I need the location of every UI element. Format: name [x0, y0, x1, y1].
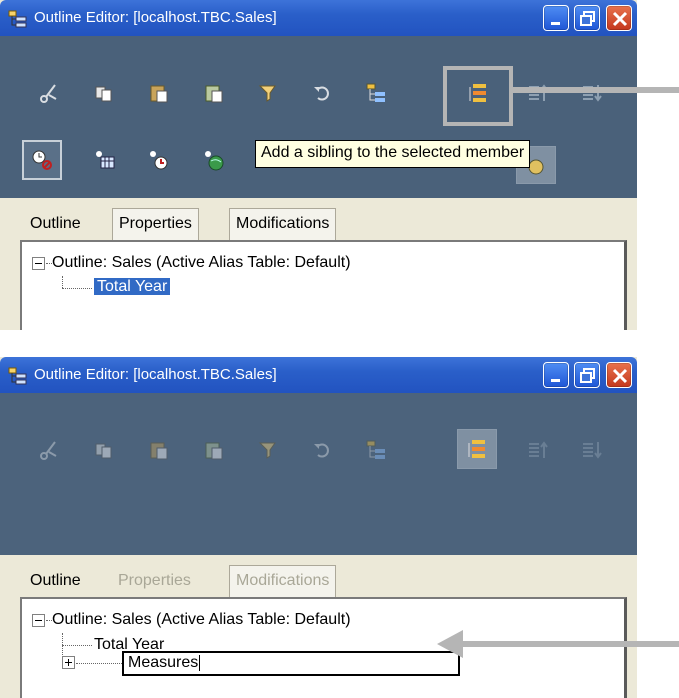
tree-connector	[62, 276, 63, 288]
collapse-toggle-icon[interactable]	[32, 614, 45, 627]
copy-button[interactable]	[87, 433, 121, 467]
tab-outline[interactable]: Outline	[24, 565, 87, 597]
tree-connector	[62, 645, 92, 646]
copy-icon	[95, 443, 112, 459]
move-up-button[interactable]	[520, 433, 554, 467]
tab-modifications[interactable]: Modifications	[229, 565, 337, 597]
add-sibling-icon	[468, 440, 485, 458]
cut-icon	[40, 441, 57, 460]
undo-button[interactable]	[305, 76, 339, 110]
move-down-button[interactable]	[574, 76, 608, 110]
minimize-button[interactable]	[543, 5, 569, 31]
move-down-icon	[583, 442, 602, 459]
collapse-toggle-icon[interactable]	[32, 257, 45, 270]
clock-icon	[32, 150, 52, 170]
globe-button[interactable]	[197, 143, 231, 177]
outline-editor-window-before: Outline Editor: [localhost.TBC.Sales] Ad…	[0, 0, 637, 330]
paste-special-button[interactable]	[197, 433, 231, 467]
title-bar: Outline Editor: [localhost.TBC.Sales]	[0, 0, 637, 36]
callout-line	[513, 87, 679, 93]
tree-node-label: Total Year	[94, 278, 171, 295]
calendar-button[interactable]	[88, 143, 122, 177]
time-balance-button[interactable]	[22, 140, 62, 180]
callout-arrow-line	[460, 641, 679, 647]
move-down-button[interactable]	[574, 433, 608, 467]
tab-modifications[interactable]: Modifications	[229, 208, 337, 240]
close-button[interactable]	[606, 362, 632, 388]
add-child-icon	[366, 83, 385, 102]
undo-icon	[314, 443, 329, 458]
restore-icon	[580, 11, 595, 26]
filter-button[interactable]	[250, 433, 284, 467]
filter-button[interactable]	[250, 76, 284, 110]
title-bar: Outline Editor: [localhost.TBC.Sales]	[0, 357, 637, 393]
window-title: Outline Editor: [localhost.TBC.Sales]	[34, 366, 277, 383]
restore-button[interactable]	[574, 5, 600, 31]
paste-special-icon	[205, 85, 223, 103]
close-button[interactable]	[606, 5, 632, 31]
minimize-icon	[551, 379, 560, 382]
tree-connector	[62, 288, 92, 289]
toolbar	[0, 393, 637, 555]
move-up-icon	[529, 84, 548, 101]
tab-strip: Outline Properties Modifications	[0, 198, 637, 240]
outline-root-node[interactable]: Outline: Sales (Active Alias Table: Defa…	[52, 611, 351, 629]
add-child-icon	[366, 440, 385, 459]
minimize-icon	[551, 22, 560, 25]
tab-outline[interactable]: Outline	[24, 208, 87, 240]
minimize-button[interactable]	[543, 362, 569, 388]
move-up-button[interactable]	[520, 76, 554, 110]
tree-connector	[76, 663, 122, 664]
restore-button[interactable]	[574, 362, 600, 388]
move-up-icon	[529, 441, 548, 458]
undo-icon	[314, 86, 329, 101]
paste-icon	[150, 85, 168, 103]
copy-icon	[95, 86, 112, 102]
filter-icon	[258, 442, 276, 459]
calendar-icon	[96, 151, 115, 169]
tab-strip: Outline Properties Modifications	[0, 555, 637, 597]
paste-icon	[150, 442, 168, 460]
outline-root-node[interactable]: Outline: Sales (Active Alias Table: Defa…	[52, 254, 351, 272]
close-icon	[612, 11, 628, 27]
undo-button[interactable]	[305, 433, 339, 467]
tree-node-total-year[interactable]: Total Year	[94, 278, 171, 296]
paste-button[interactable]	[142, 433, 176, 467]
restore-icon	[580, 368, 595, 383]
globe-icon	[205, 151, 224, 171]
add-sibling-button[interactable]	[457, 429, 497, 469]
outline-editor-app-icon	[8, 366, 28, 386]
tab-properties[interactable]: Properties	[112, 565, 197, 597]
paste-special-icon	[205, 442, 223, 460]
expand-toggle-icon[interactable]	[62, 656, 75, 669]
cut-button[interactable]	[32, 433, 66, 467]
window-title: Outline Editor: [localhost.TBC.Sales]	[34, 9, 277, 26]
paste-special-button[interactable]	[197, 76, 231, 110]
cut-icon	[40, 84, 57, 103]
copy-button[interactable]	[87, 76, 121, 110]
paste-button[interactable]	[142, 76, 176, 110]
outline-tree[interactable]: Outline: Sales (Active Alias Table: Defa…	[20, 597, 627, 698]
cut-button[interactable]	[32, 76, 66, 110]
outline-editor-app-icon	[8, 9, 28, 29]
sibling-button-callout-frame	[443, 66, 513, 126]
time-icon	[150, 151, 168, 170]
move-down-icon	[583, 85, 602, 102]
member-name-value: Measures	[128, 654, 199, 671]
close-icon	[612, 368, 628, 384]
time-button[interactable]	[142, 143, 176, 177]
tooltip: Add a sibling to the selected member	[255, 140, 531, 168]
member-name-edit-field[interactable]: Measures	[122, 651, 460, 676]
add-child-button[interactable]	[359, 433, 393, 467]
outline-tree[interactable]: Outline: Sales (Active Alias Table: Defa…	[20, 240, 627, 330]
text-caret	[199, 654, 201, 671]
add-child-button[interactable]	[359, 76, 393, 110]
tab-properties[interactable]: Properties	[112, 208, 199, 240]
filter-icon	[258, 85, 276, 102]
toolbar	[0, 36, 637, 198]
